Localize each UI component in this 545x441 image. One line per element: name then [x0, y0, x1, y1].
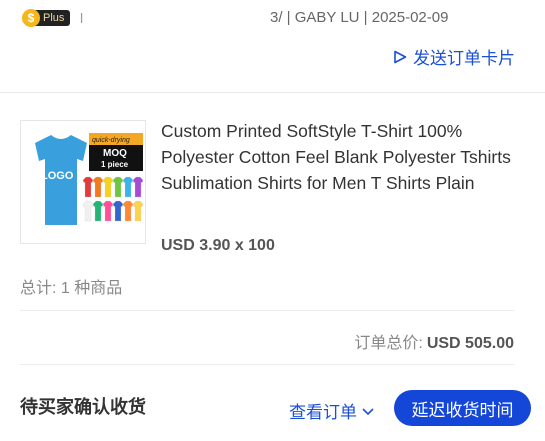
delay-receipt-button[interactable]: 延迟收货时间 — [394, 390, 531, 426]
tag-quick-drying: quick-drying — [92, 137, 130, 144]
product-thumbnail[interactable]: LOGO quick-drying MOQ 1 piece — [20, 120, 146, 244]
tag-moq: MOQ — [103, 148, 127, 159]
divider — [20, 364, 514, 365]
send-order-card-button[interactable]: 发送订单卡片 — [393, 44, 515, 69]
order-card-header: $ Plus l 3/ | GABY LU | 2025-02-09 发送订单卡… — [0, 0, 545, 92]
view-order-button[interactable]: 查看订单 — [289, 398, 375, 423]
view-order-label: 查看订单 — [289, 403, 357, 422]
total-items-count: 总计: 1 种商品 — [20, 280, 123, 297]
divider — [0, 92, 545, 93]
plus-badge-label: Plus — [35, 10, 71, 26]
product-title[interactable]: Custom Printed SoftStyle T-Shirt 100% Po… — [161, 118, 511, 196]
order-status: 待买家确认收货 — [20, 397, 146, 417]
dollar-coin-icon: $ — [22, 9, 40, 27]
product-image: LOGO quick-drying MOQ 1 piece — [21, 121, 145, 243]
send-triangle-icon — [394, 50, 407, 63]
order-total-label: 订单总价: — [354, 335, 423, 352]
send-order-card-label: 发送订单卡片 — [413, 49, 515, 68]
logo-text: LOGO — [41, 170, 74, 182]
divider — [20, 310, 514, 311]
order-total-value: USD 505.00 — [426, 335, 514, 352]
order-total: 订单总价: USD 505.00 — [354, 329, 514, 353]
chevron-down-icon — [362, 407, 374, 415]
plus-member-badge: $ Plus — [22, 8, 71, 28]
tag-piece: 1 piece — [101, 160, 129, 169]
product-price-quantity: USD 3.90 x 100 — [161, 237, 275, 254]
seller-date-meta: 3/ | GABY LU | 2025-02-09 — [270, 9, 449, 26]
truncated-text: l — [80, 10, 84, 26]
